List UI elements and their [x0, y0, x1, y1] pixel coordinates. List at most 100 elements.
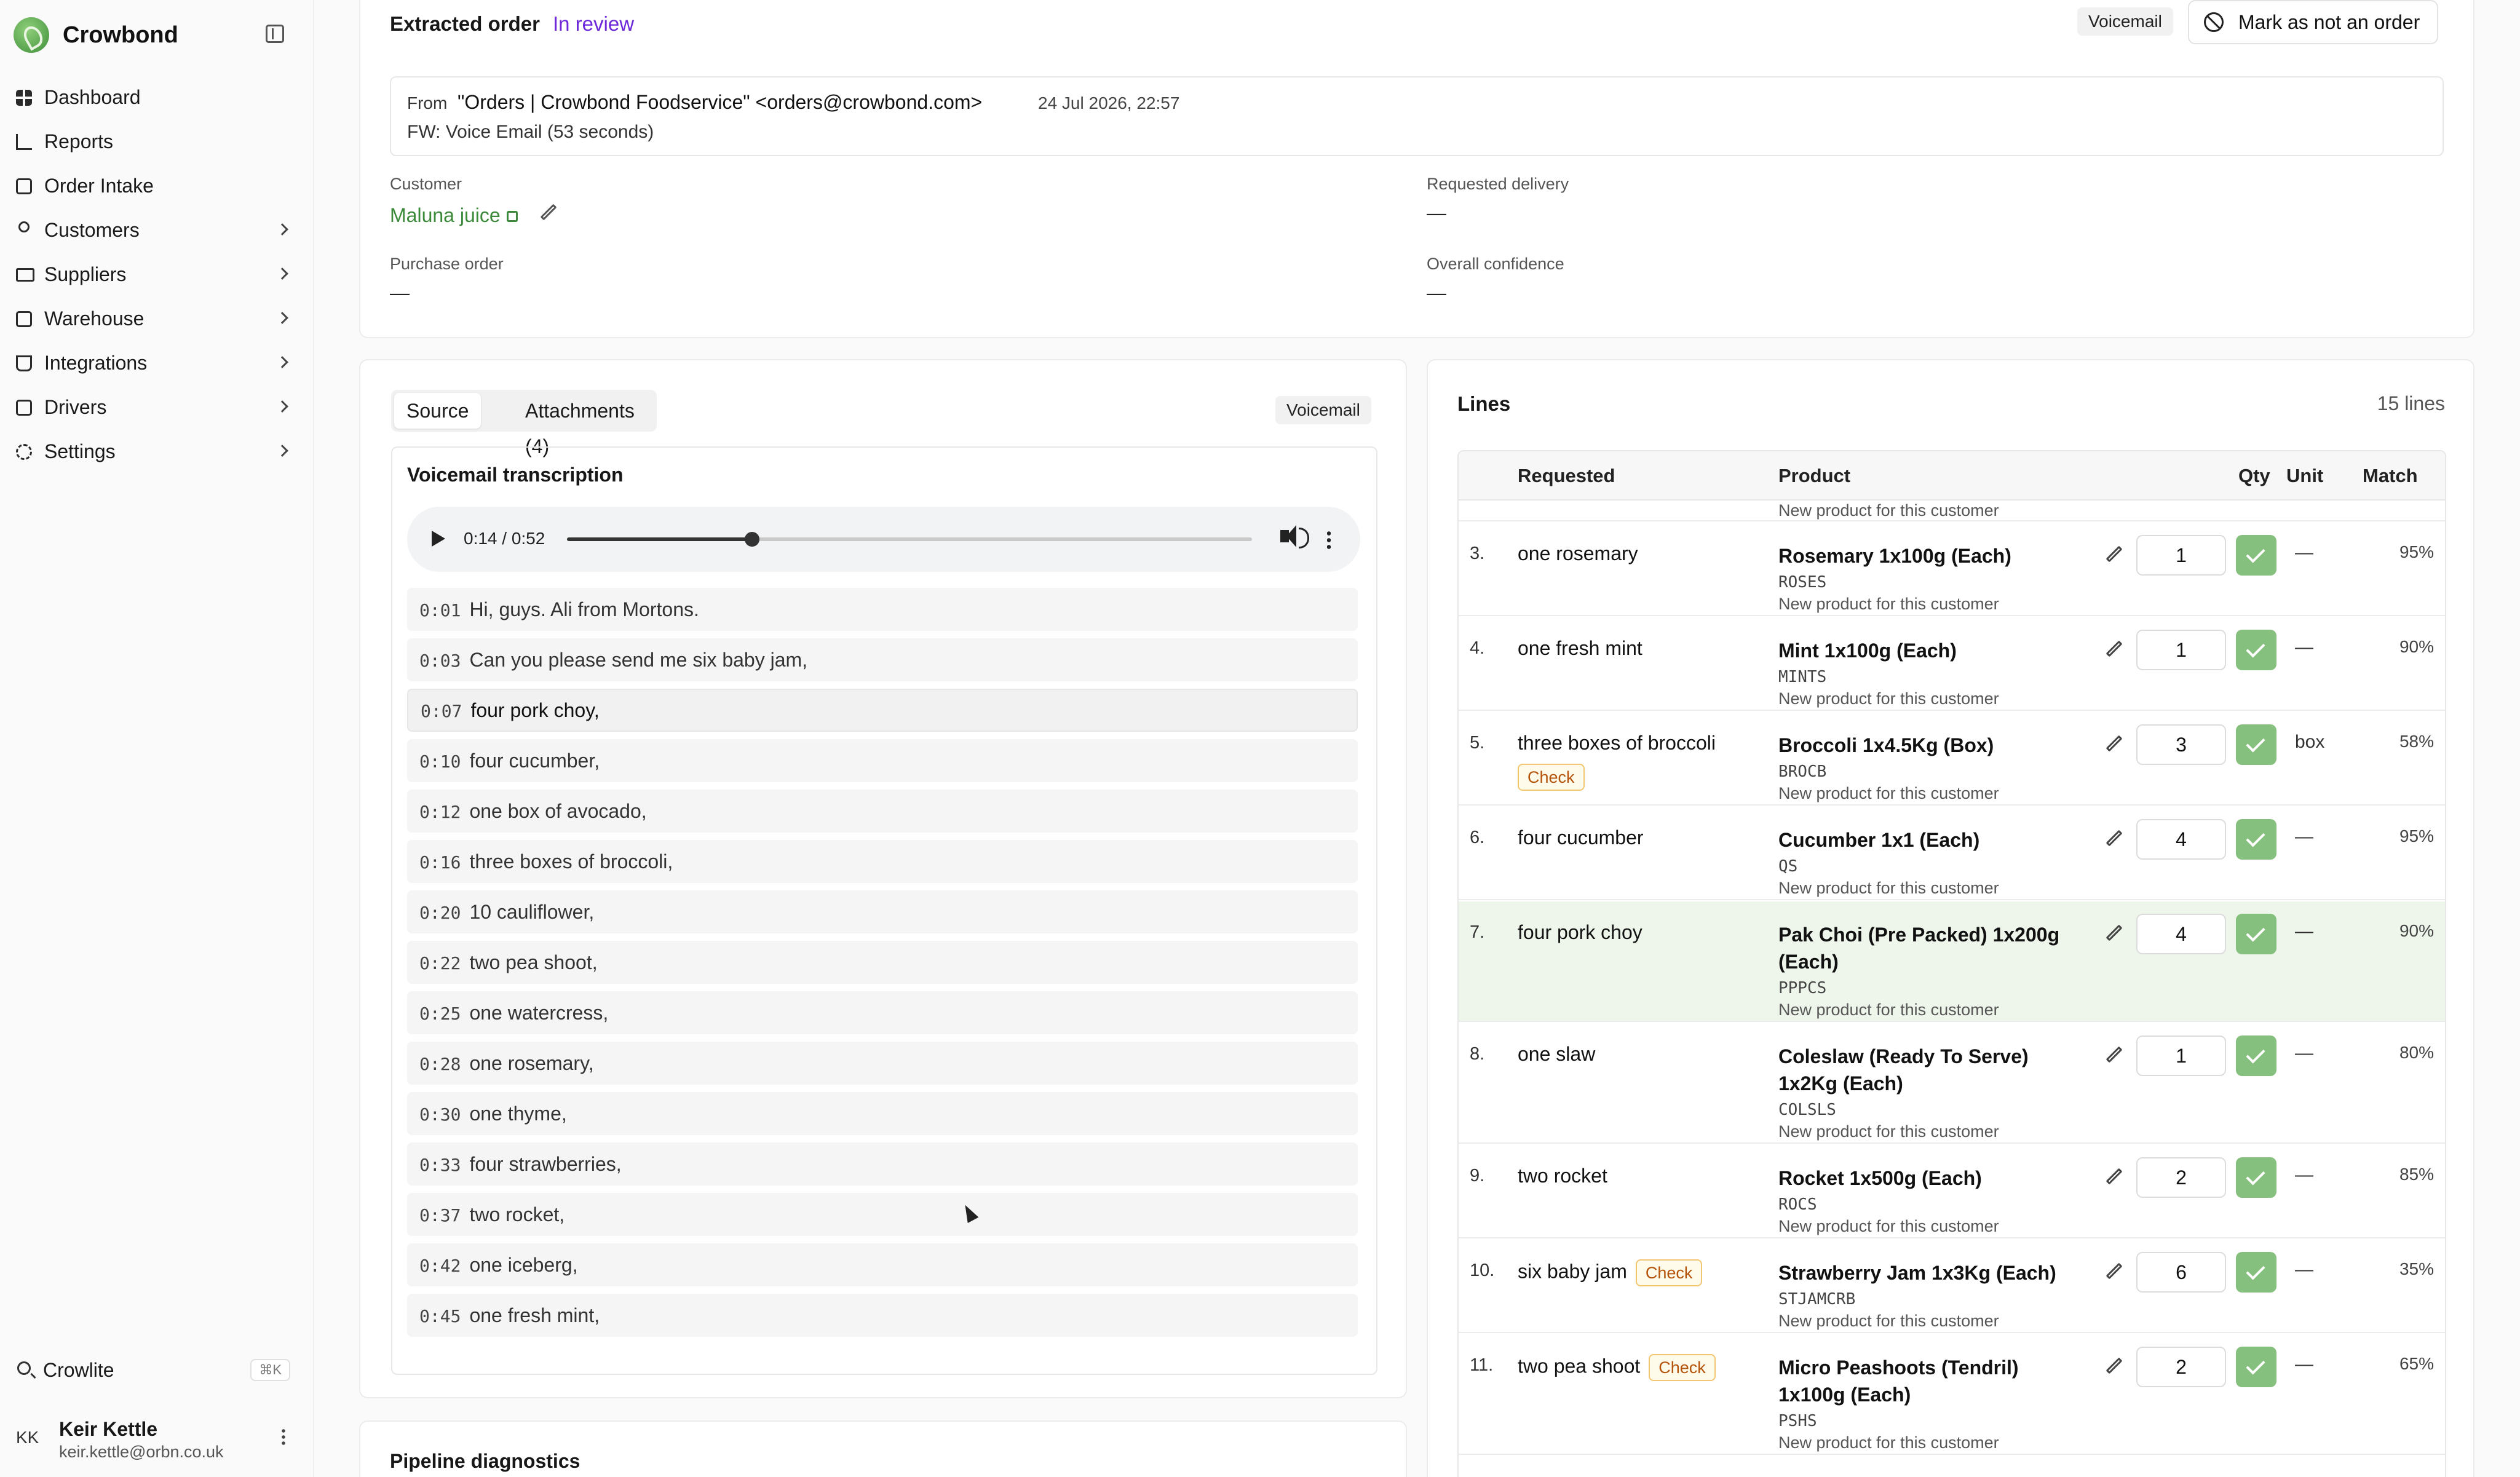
table-row: 5. three boxes of broccoli Check Broccoli 1… — [1459, 712, 2445, 806]
edit-product-icon[interactable] — [2106, 545, 2123, 563]
sidebar-item-integrations[interactable]: Integrations — [0, 341, 314, 385]
seek-thumb[interactable] — [744, 532, 759, 547]
product-cell: Pak Choi (Pre Packed) 1x200g (Each) PPPCS… — [1778, 921, 2086, 1021]
more-options-icon[interactable] — [1327, 530, 1331, 550]
table-row: 9. two rocket Rocket 1x500g (Each) ROCS New … — [1459, 1145, 2445, 1238]
mark-not-order-button[interactable]: Mark as not an order — [2188, 0, 2439, 44]
transcript-segment[interactable]: 0:03 Can you please send me six baby jam, — [407, 638, 1358, 681]
quantity-input[interactable]: 2 — [2136, 1157, 2226, 1198]
quantity-input[interactable]: 4 — [2136, 914, 2226, 954]
product-cell: Mint 1x100g (Each) MINTS New product for t… — [1778, 637, 2086, 710]
line-number: 6. — [1470, 828, 1485, 847]
product-name: Broccoli 1x4.5Kg (Box) — [1778, 734, 1994, 756]
source-card: Source Attachments (4) Voicemail Voicema… — [359, 359, 1407, 1398]
play-icon[interactable] — [432, 531, 445, 547]
sidebar-item-warehouse[interactable]: Warehouse — [0, 296, 314, 341]
segment-text: four cucumber, — [469, 750, 600, 772]
sidebar-item-customers[interactable]: Customers — [0, 208, 314, 252]
customer-link[interactable]: Maluna juice — [390, 204, 518, 227]
edit-product-icon[interactable] — [2106, 1262, 2123, 1280]
confirm-line-button[interactable] — [2236, 819, 2276, 860]
transcript-segment[interactable]: 0:42 one iceberg, — [407, 1243, 1358, 1286]
edit-product-icon[interactable] — [2106, 1357, 2123, 1374]
quantity-input[interactable]: 1 — [2136, 630, 2226, 670]
user-card[interactable]: KK Keir Kettle keir.kettle@orbn.co.uk — [0, 1408, 314, 1467]
line-number: 8. — [1470, 1044, 1485, 1064]
transcript-segment[interactable]: 0:07 four pork choy, — [407, 689, 1358, 732]
confirm-line-button[interactable] — [2236, 1347, 2276, 1387]
sidebar-item-reports[interactable]: Reports — [0, 119, 314, 164]
transcript-segment[interactable]: 0:10 four cucumber, — [407, 739, 1358, 782]
source-tabs: Source Attachments (4) — [391, 390, 657, 457]
customer-name: Maluna juice — [390, 204, 501, 226]
product-code: STJAMCRB — [1778, 1290, 1856, 1309]
edit-product-icon[interactable] — [2106, 924, 2123, 941]
edit-product-icon[interactable] — [2106, 1046, 2123, 1063]
edit-customer-icon[interactable] — [540, 204, 557, 221]
confirm-line-button[interactable] — [2236, 630, 2276, 670]
sidebar-item-suppliers[interactable]: Suppliers — [0, 252, 314, 296]
segment-text: one rosemary, — [469, 1052, 594, 1074]
volume-icon[interactable] — [1280, 525, 1309, 548]
user-menu-icon[interactable] — [282, 1428, 285, 1446]
sidebar-item-dashboard[interactable]: Dashboard — [0, 75, 314, 119]
confirm-line-button[interactable] — [2236, 535, 2276, 576]
edit-product-icon[interactable] — [2106, 830, 2123, 847]
crowlite-search[interactable]: Crowlite ⌘K — [0, 1350, 314, 1390]
brand[interactable]: Crowbond — [14, 17, 178, 53]
unit-value: — — [2295, 542, 2313, 563]
transcript-segment[interactable]: 0:45 one fresh mint, — [407, 1294, 1358, 1337]
segment-timestamp: 0:20 — [419, 903, 461, 923]
transcript-segment[interactable]: 0:30 one thyme, — [407, 1092, 1358, 1135]
seek-slider[interactable] — [567, 532, 1252, 547]
check-badge: Check — [1649, 1354, 1716, 1381]
sidebar-item-settings[interactable]: Settings — [0, 429, 314, 473]
transcript-segment[interactable]: 0:12 one box of avocado, — [407, 790, 1358, 833]
transcript-segment[interactable]: 0:37 two rocket, — [407, 1193, 1358, 1236]
unit-value: — — [2295, 826, 2313, 847]
quantity-input[interactable]: 1 — [2136, 1035, 2226, 1076]
quantity-input[interactable]: 4 — [2136, 819, 2226, 860]
col-product: Product — [1778, 465, 1851, 486]
transcript-segment[interactable]: 0:28 one rosemary, — [407, 1042, 1358, 1085]
product-note: New product for this customer — [1778, 689, 1999, 708]
edit-product-icon[interactable] — [2106, 1168, 2123, 1185]
confirm-line-button[interactable] — [2236, 1035, 2276, 1076]
quantity-input[interactable]: 1 — [2136, 535, 2226, 576]
product-note: New product for this customer — [1778, 1122, 1999, 1141]
ban-icon — [2204, 12, 2224, 32]
match-percent: 85% — [2399, 1165, 2434, 1184]
transcript-segment[interactable]: 0:25 one watercress, — [407, 991, 1358, 1034]
transcript-segment[interactable]: 0:22 two pea shoot, — [407, 941, 1358, 984]
transcript-segment[interactable]: 0:01 Hi, guys. Ali from Mortons. — [407, 588, 1358, 631]
product-cell: Strawberry Jam 1x3Kg (Each) STJAMCRB New p… — [1778, 1259, 2086, 1332]
sidebar-collapse-icon[interactable] — [266, 25, 284, 43]
transcript-segment[interactable]: 0:33 four strawberries, — [407, 1142, 1358, 1186]
chevron-right-icon — [276, 445, 288, 457]
tab-attachments[interactable]: Attachments (4) — [513, 393, 657, 457]
sidebar-item-order-intake[interactable]: Order Intake — [0, 164, 314, 208]
sidebar-item-label: Warehouse — [44, 307, 145, 330]
transcription-title: Voicemail transcription — [407, 464, 624, 486]
edit-product-icon[interactable] — [2106, 735, 2123, 752]
match-percent: 90% — [2399, 637, 2434, 656]
quantity-input[interactable]: 6 — [2136, 1252, 2226, 1293]
confirm-line-button[interactable] — [2236, 1157, 2276, 1198]
segment-text: 10 cauliflower, — [469, 901, 595, 923]
voicemail-badge: Voicemail — [1275, 396, 1371, 424]
tab-source[interactable]: Source — [394, 393, 481, 429]
segment-text: one fresh mint, — [469, 1304, 600, 1326]
sidebar-item-drivers[interactable]: Drivers — [0, 385, 314, 429]
sidebar: Crowbond Dashboard Reports Order Intake Cus… — [0, 0, 314, 1477]
quantity-input[interactable]: 3 — [2136, 724, 2226, 765]
segment-timestamp: 0:10 — [419, 751, 461, 772]
inbox-icon — [16, 178, 32, 194]
transcript-segment[interactable]: 0:20 10 cauliflower, — [407, 890, 1358, 933]
edit-product-icon[interactable] — [2106, 640, 2123, 657]
quantity-input[interactable]: 2 — [2136, 1347, 2226, 1387]
confirm-line-button[interactable] — [2236, 1252, 2276, 1293]
transcript-segment[interactable]: 0:16 three boxes of broccoli, — [407, 840, 1358, 883]
confirm-line-button[interactable] — [2236, 724, 2276, 765]
confirm-line-button[interactable] — [2236, 914, 2276, 954]
product-code: ROSES — [1778, 573, 1827, 592]
